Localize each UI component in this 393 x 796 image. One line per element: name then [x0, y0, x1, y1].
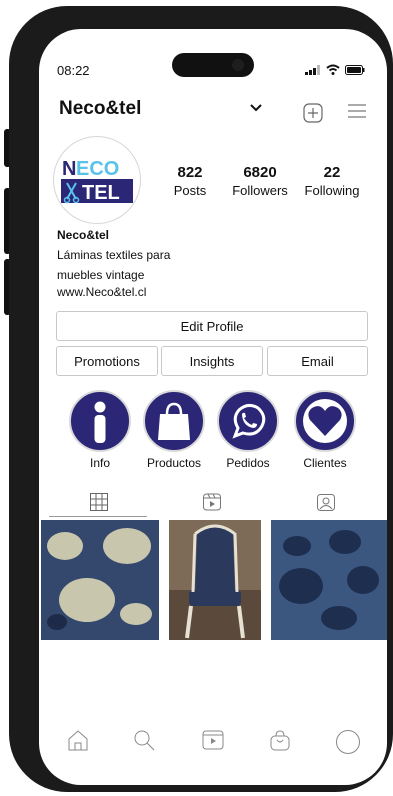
profile-name: Neco&tel: [57, 228, 110, 242]
highlight-info[interactable]: Info: [67, 390, 133, 470]
highlight-clientes[interactable]: Clientes: [292, 390, 358, 470]
bio-line: Láminas textiles para: [57, 248, 171, 262]
highlight-label: Productos: [146, 456, 202, 470]
post-thumbnail[interactable]: [41, 520, 159, 640]
dynamic-island: [172, 53, 254, 77]
stat-posts-value: 822: [177, 164, 203, 181]
post-thumbnail[interactable]: [169, 520, 287, 640]
profile-icon[interactable]: [335, 729, 361, 755]
active-tab-indicator: [49, 516, 147, 517]
insights-button[interactable]: Insights: [161, 346, 263, 376]
status-icons: [305, 64, 365, 75]
svg-text:ECO: ECO: [76, 158, 119, 180]
info-icon: [94, 401, 106, 443]
reels-icon[interactable]: [202, 729, 224, 751]
post-image: [169, 520, 261, 640]
stat-following-value: 22: [323, 164, 341, 181]
highlight-label: Info: [89, 456, 110, 470]
reels-icon[interactable]: [203, 493, 221, 511]
wifi-icon: [326, 64, 340, 75]
edit-profile-button[interactable]: Edit Profile: [56, 311, 368, 341]
website-link[interactable]: www.Neco&tel.cl: [57, 285, 146, 299]
post-thumbnail[interactable]: [271, 520, 387, 640]
promotions-button[interactable]: Promotions: [56, 346, 158, 376]
avatar[interactable]: N ECO TEL: [53, 136, 141, 224]
highlight-pedidos[interactable]: Pedidos: [215, 390, 281, 470]
email-button[interactable]: Email: [267, 346, 368, 376]
header-username[interactable]: Neco&tel: [59, 98, 141, 120]
screen: 08:22 Neco&tel N ECO TEL 822 Posts 6820 …: [39, 29, 387, 785]
stat-posts[interactable]: 822 Posts: [160, 164, 220, 198]
highlight-circle: [217, 390, 279, 452]
post-image: [271, 520, 387, 640]
stat-followers-label: Followers: [232, 183, 288, 198]
svg-text:TEL: TEL: [82, 182, 120, 204]
stat-following[interactable]: 22 Following: [299, 164, 365, 198]
home-icon[interactable]: [67, 729, 89, 751]
menu-icon[interactable]: [347, 103, 367, 119]
battery-icon: [345, 64, 365, 75]
bio-line: muebles vintage: [57, 268, 145, 282]
shop-icon[interactable]: [269, 729, 291, 751]
highlight-label: Clientes: [303, 456, 347, 470]
highlight-label: Pedidos: [226, 456, 270, 470]
stat-following-label: Following: [304, 183, 360, 198]
new-post-icon[interactable]: [303, 103, 323, 123]
highlight-circle: [294, 390, 356, 452]
shopping-bag-icon: [158, 402, 190, 440]
signal-icon: [305, 64, 320, 75]
stat-followers-value: 6820: [243, 164, 277, 181]
tagged-icon[interactable]: [317, 493, 335, 511]
highlight-circle: [143, 390, 205, 452]
grid-icon[interactable]: [90, 493, 108, 511]
phone-frame: 08:22 Neco&tel N ECO TEL 822 Posts 6820 …: [9, 6, 393, 792]
stat-followers[interactable]: 6820 Followers: [227, 164, 293, 198]
stat-posts-label: Posts: [173, 183, 207, 198]
post-image: [41, 520, 159, 640]
search-icon[interactable]: [133, 729, 155, 751]
brand-logo: N ECO TEL: [61, 157, 133, 204]
highlight-productos[interactable]: Productos: [141, 390, 207, 470]
highlight-circle: [69, 390, 131, 452]
whatsapp-icon: [232, 403, 266, 439]
status-time: 08:22: [57, 63, 90, 78]
camera-dot: [232, 59, 244, 71]
chevron-down-icon[interactable]: [249, 103, 263, 113]
heart-icon: [303, 399, 347, 443]
svg-text:N: N: [62, 158, 76, 180]
